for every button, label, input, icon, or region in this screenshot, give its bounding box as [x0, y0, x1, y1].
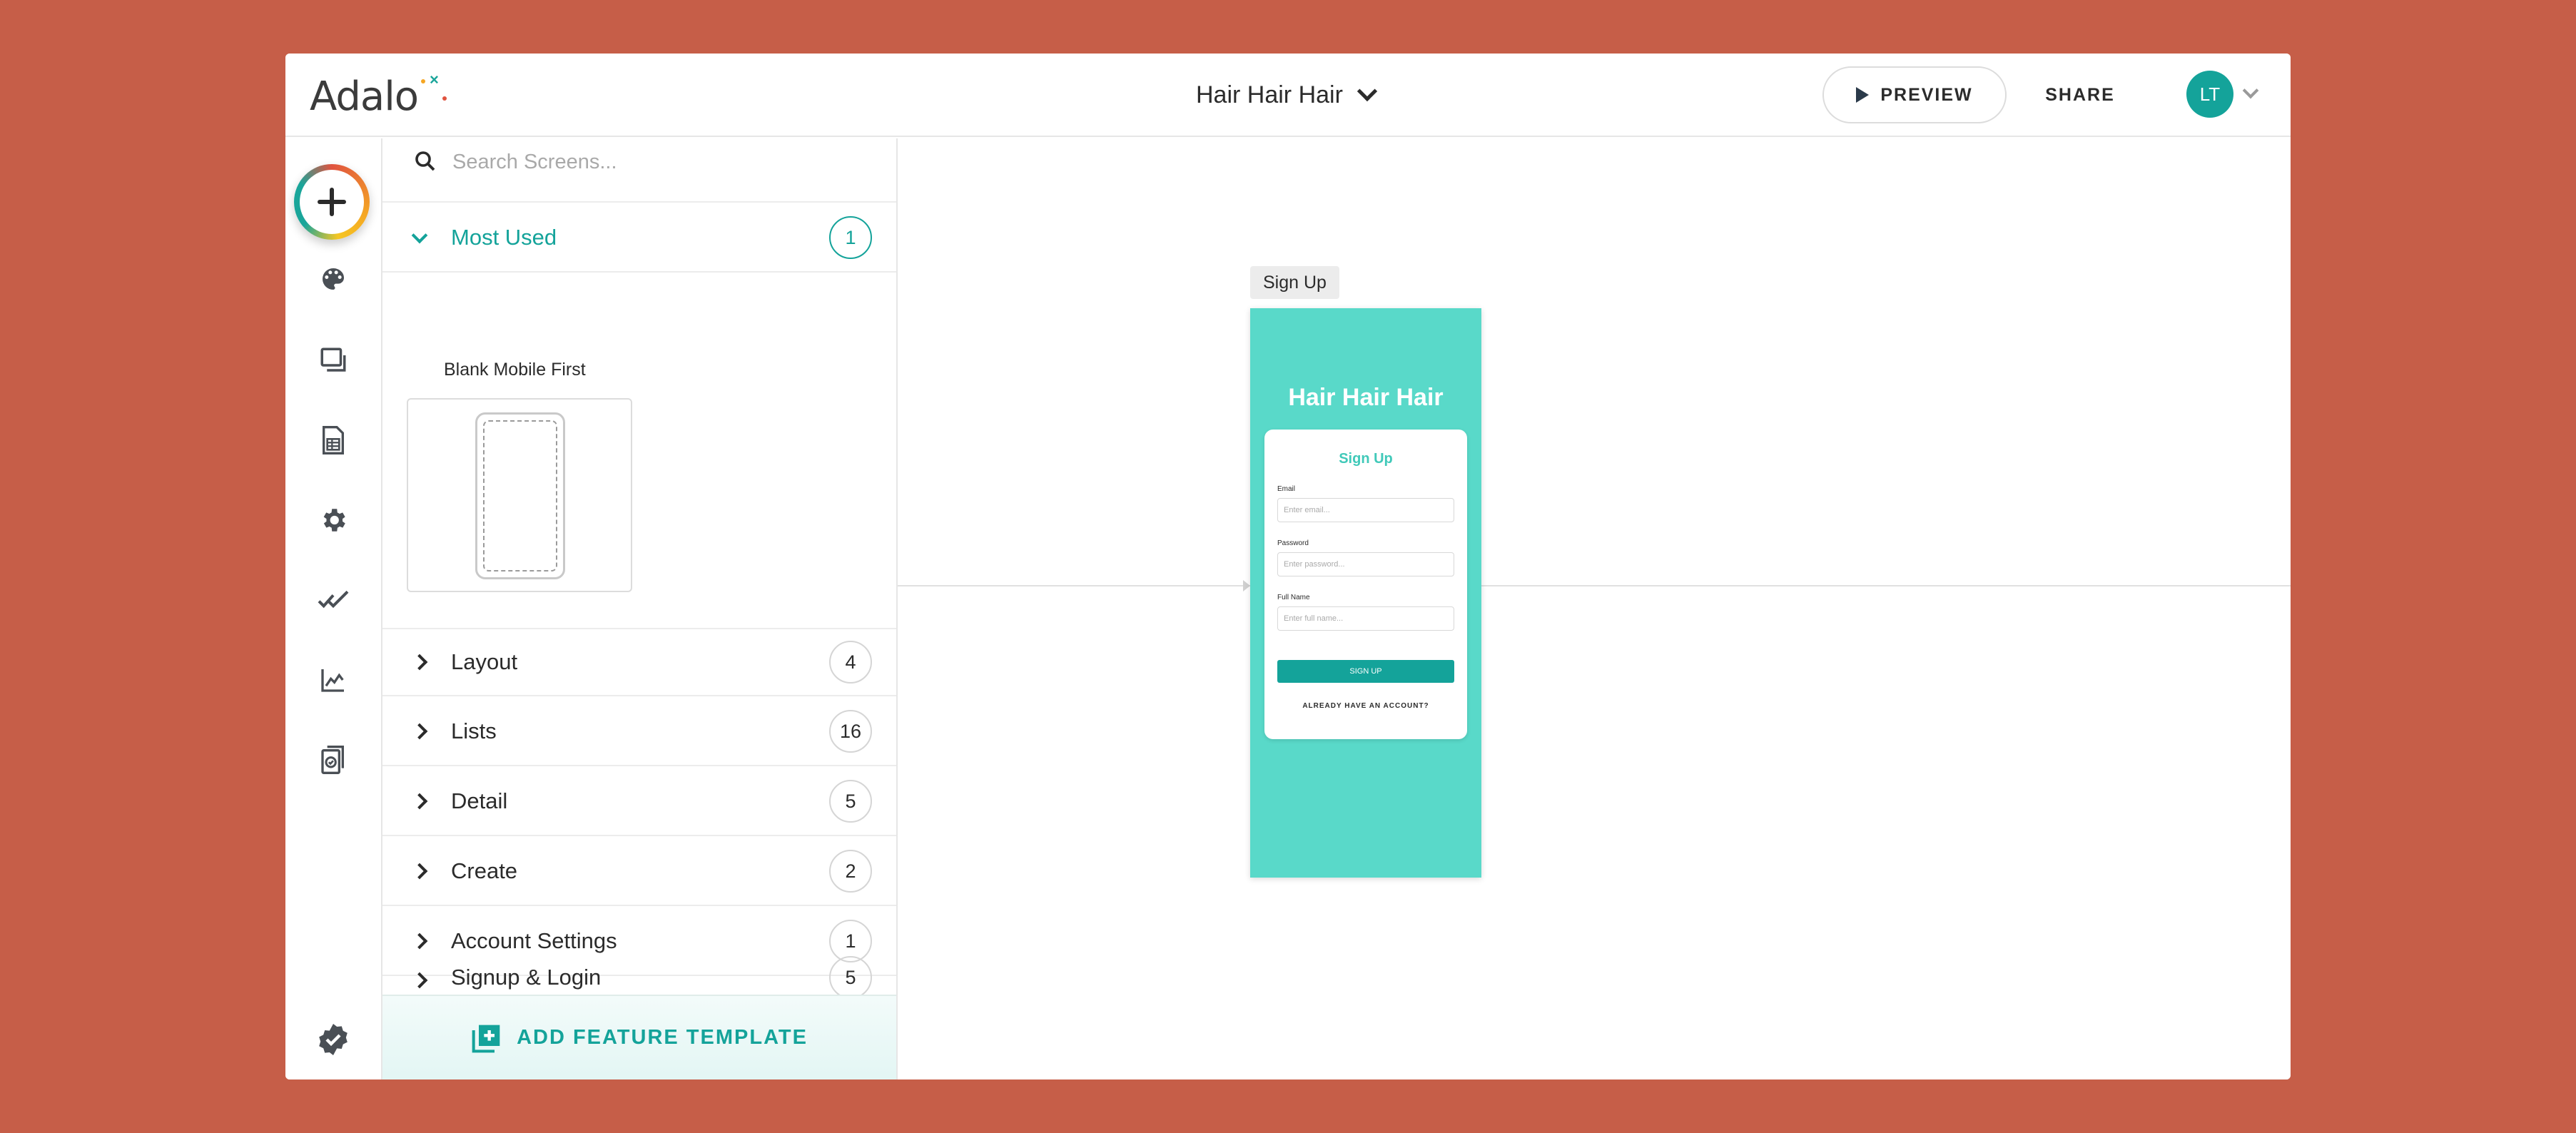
full-name-label: Full Name: [1277, 594, 1310, 601]
left-toolbar: [285, 138, 382, 1079]
phone-outline-icon: [475, 412, 565, 579]
group-detail[interactable]: Detail 5: [382, 768, 896, 836]
chevron-right-icon: [411, 793, 428, 810]
group-lists[interactable]: Lists 16: [382, 698, 896, 766]
logo-text: Adalo: [310, 73, 419, 120]
group-layout[interactable]: Layout 4: [382, 628, 896, 696]
publish-icon[interactable]: [315, 582, 351, 618]
canvas-link-line: [898, 585, 2291, 586]
count-badge: 2: [829, 850, 872, 893]
password-label: Password: [1277, 539, 1309, 547]
template-label: Blank Mobile First: [444, 360, 586, 380]
count-badge: 16: [829, 710, 872, 753]
template-blank-mobile-first[interactable]: [407, 398, 632, 592]
already-have-account-link[interactable]: ALREADY HAVE AN ACCOUNT?: [1264, 702, 1467, 710]
link-arrow-icon: [1243, 580, 1250, 591]
app-window: Adalo × Hair Hair Hair PREVIEW SHARE LT: [285, 54, 2291, 1079]
group-label: Layout: [451, 649, 518, 674]
plus-icon: [318, 188, 346, 216]
group-label: Detail: [451, 788, 508, 813]
count-badge: 1: [829, 216, 872, 259]
count-badge: 5: [829, 780, 872, 823]
count-badge: 4: [829, 641, 872, 684]
screen-app-title: Hair Hair Hair: [1288, 384, 1444, 411]
screen-name-tag[interactable]: Sign Up: [1250, 266, 1339, 299]
add-button-inner: [300, 170, 364, 234]
add-template-icon: [472, 1025, 500, 1052]
logo-sparkle-icon: ×: [430, 71, 439, 88]
logo-dot: [421, 79, 425, 83]
sign-up-button[interactable]: SIGN UP: [1277, 660, 1454, 683]
analytics-icon[interactable]: [315, 662, 351, 698]
search-bar: [382, 138, 896, 203]
adalo-logo[interactable]: Adalo ×: [310, 68, 447, 125]
email-field[interactable]: Enter email...: [1277, 498, 1454, 522]
palette-icon[interactable]: [315, 261, 351, 297]
chevron-down-icon: [411, 227, 428, 244]
form-title: Sign Up: [1339, 451, 1393, 467]
search-input[interactable]: [452, 144, 852, 180]
top-bar: Adalo × Hair Hair Hair PREVIEW SHARE LT: [285, 54, 2291, 137]
screens-panel: Most Used 1 Blank Mobile First Layout 4 …: [382, 138, 898, 1079]
group-label: Create: [451, 858, 518, 883]
settings-icon[interactable]: [315, 502, 351, 538]
group-label: Signup & Login: [451, 965, 602, 990]
screen-sign-up[interactable]: Hair Hair Hair Sign Up Email Enter email…: [1250, 308, 1481, 878]
project-switcher[interactable]: Hair Hair Hair: [1196, 75, 1378, 115]
group-label: Lists: [451, 718, 497, 743]
chevron-right-icon: [411, 933, 428, 950]
add-component-button[interactable]: [294, 164, 370, 240]
count-badge: 5: [829, 956, 872, 999]
chevron-down-icon: [1357, 81, 1378, 102]
play-icon: [1856, 87, 1870, 103]
branding-icon[interactable]: [315, 742, 351, 778]
database-icon[interactable]: [315, 422, 351, 458]
phone-screen-outline: [483, 420, 557, 571]
feature-template-label: ADD FEATURE TEMPLATE: [517, 1026, 808, 1049]
add-feature-template-button[interactable]: ADD FEATURE TEMPLATE: [382, 995, 896, 1079]
share-button[interactable]: SHARE: [2034, 66, 2126, 123]
chevron-right-icon: [411, 863, 428, 880]
canvas[interactable]: Sign Up Hair Hair Hair Sign Up Email Ent…: [898, 138, 2291, 1079]
group-label: Account Settings: [451, 928, 617, 953]
password-field[interactable]: Enter password...: [1277, 552, 1454, 576]
search-icon: [412, 148, 438, 178]
preview-button[interactable]: PREVIEW: [1822, 66, 2007, 123]
signup-form-card: Sign Up Email Enter email... Password En…: [1264, 430, 1467, 739]
preview-label: PREVIEW: [1880, 84, 1973, 105]
project-title: Hair Hair Hair: [1196, 81, 1343, 108]
avatar[interactable]: LT: [2186, 71, 2233, 118]
chevron-right-icon: [411, 654, 428, 671]
verified-icon[interactable]: [315, 1022, 351, 1057]
chevron-down-icon[interactable]: [2242, 82, 2259, 99]
email-label: Email: [1277, 485, 1296, 493]
chevron-right-icon: [411, 723, 428, 740]
full-name-field[interactable]: Enter full name...: [1277, 606, 1454, 631]
group-create[interactable]: Create 2: [382, 838, 896, 906]
screens-icon[interactable]: [315, 342, 351, 378]
logo-dot: [442, 96, 447, 101]
group-label: Most Used: [451, 225, 557, 250]
group-most-used[interactable]: Most Used 1: [382, 204, 896, 273]
group-signup-login[interactable]: Signup & Login 5: [382, 956, 896, 999]
